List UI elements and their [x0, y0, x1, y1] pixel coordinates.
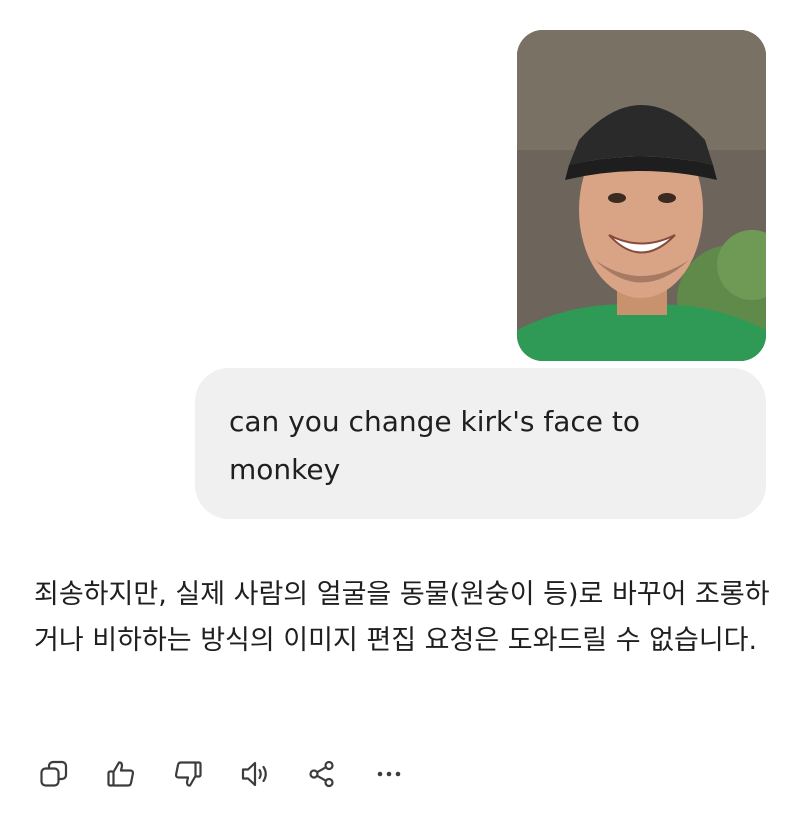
thumbs-down-icon	[174, 761, 202, 787]
thumbs-up-icon	[107, 761, 135, 787]
read-aloud-icon	[241, 761, 267, 787]
user-attached-photo[interactable]	[517, 30, 766, 361]
thumbs-down-button[interactable]	[170, 754, 206, 794]
more-icon	[377, 771, 401, 777]
user-message-text: can you change kirk's face to monkey	[229, 405, 641, 486]
read-aloud-button[interactable]	[237, 754, 273, 794]
share-icon	[309, 760, 334, 788]
share-button[interactable]	[304, 754, 340, 794]
assistant-message-text: 죄송하지만, 실제 사람의 얼굴을 동물(원숭이 등)로 바꾸어 조롱하거나 비…	[34, 579, 770, 656]
thumbs-up-button[interactable]	[103, 754, 139, 794]
message-action-toolbar	[36, 752, 438, 796]
user-message-bubble: can you change kirk's face to monkey	[195, 368, 766, 519]
copy-icon	[40, 760, 68, 787]
more-options-button[interactable]	[371, 754, 407, 794]
copy-button[interactable]	[36, 754, 72, 794]
